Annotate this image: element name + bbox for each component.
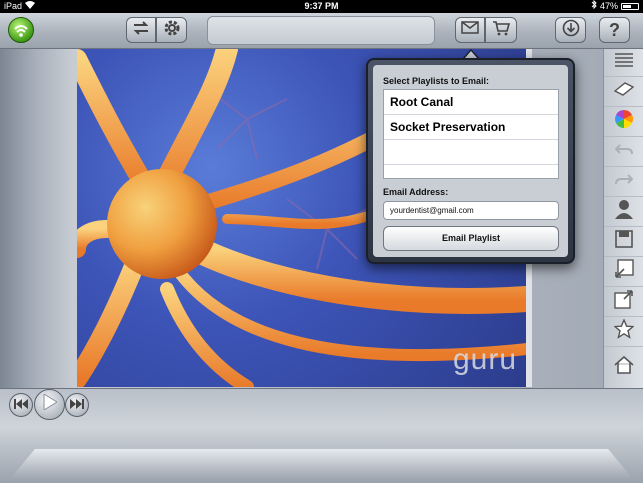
bottom-tray: [10, 449, 633, 479]
color-wheel-icon: [614, 109, 634, 134]
email-address-label: Email Address:: [383, 187, 449, 197]
cart-icon: [492, 20, 511, 41]
rewind-icon: [14, 396, 28, 414]
list-button[interactable]: [604, 49, 643, 77]
redo-icon: [615, 172, 634, 191]
redo-button[interactable]: [604, 167, 643, 197]
email-playlist-popover: Select Playlists to Email: Root Canal So…: [366, 58, 575, 264]
playlist-list: Root Canal Socket Preservation: [383, 89, 559, 179]
favorite-button[interactable]: [604, 317, 643, 347]
help-button[interactable]: ?: [599, 17, 630, 43]
swap-button[interactable]: [126, 17, 156, 43]
save-button[interactable]: [604, 227, 643, 257]
save-icon: [615, 230, 633, 253]
gear-icon: [163, 19, 181, 42]
playlist-item[interactable]: Root Canal: [384, 90, 558, 115]
undo-button[interactable]: [604, 137, 643, 167]
download-button[interactable]: [555, 17, 586, 43]
image-import-button[interactable]: [604, 257, 643, 287]
home-icon: [614, 355, 634, 380]
eraser-icon: [613, 81, 635, 102]
download-icon: [562, 19, 580, 42]
home-button[interactable]: [604, 347, 643, 388]
playlist-item[interactable]: Socket Preservation: [384, 115, 558, 140]
image-import-icon: [614, 259, 634, 284]
bluetooth-icon: [591, 0, 597, 13]
person-button[interactable]: [604, 197, 643, 227]
select-playlists-label: Select Playlists to Email:: [383, 76, 490, 86]
email-address-input[interactable]: yourdentist@gmail.com: [383, 201, 559, 220]
rewind-button[interactable]: [9, 393, 33, 417]
playlist-item[interactable]: [384, 140, 558, 165]
play-button[interactable]: [34, 389, 65, 420]
status-bar: iPad 9:37 PM 47%: [0, 0, 643, 13]
tool-sidebar: [603, 49, 643, 388]
color-button[interactable]: [604, 107, 643, 137]
star-icon: [613, 318, 635, 344]
play-icon: [43, 393, 58, 415]
battery-icon: [621, 3, 639, 10]
guru-watermark: guru: [452, 343, 517, 376]
help-icon: ?: [609, 19, 620, 40]
image-export-button[interactable]: [604, 287, 643, 317]
email-button[interactable]: [455, 17, 485, 43]
fast-forward-button[interactable]: [65, 393, 89, 417]
eraser-button[interactable]: [604, 77, 643, 107]
fast-forward-icon: [70, 396, 84, 414]
email-playlist-button[interactable]: Email Playlist: [383, 226, 559, 251]
settings-button[interactable]: [156, 17, 187, 43]
undo-icon: [614, 142, 633, 161]
image-export-icon: [614, 289, 634, 314]
mail-icon: [461, 21, 479, 39]
wifi-icon[interactable]: [8, 17, 34, 43]
swap-arrows-icon: [132, 20, 150, 40]
battery-percent: 47%: [599, 1, 618, 11]
toolbar-title-field[interactable]: [207, 16, 435, 45]
list-icon: [614, 53, 634, 72]
person-icon: [615, 199, 633, 224]
status-time: 9:37 PM: [304, 1, 339, 11]
cart-button[interactable]: [485, 17, 517, 43]
